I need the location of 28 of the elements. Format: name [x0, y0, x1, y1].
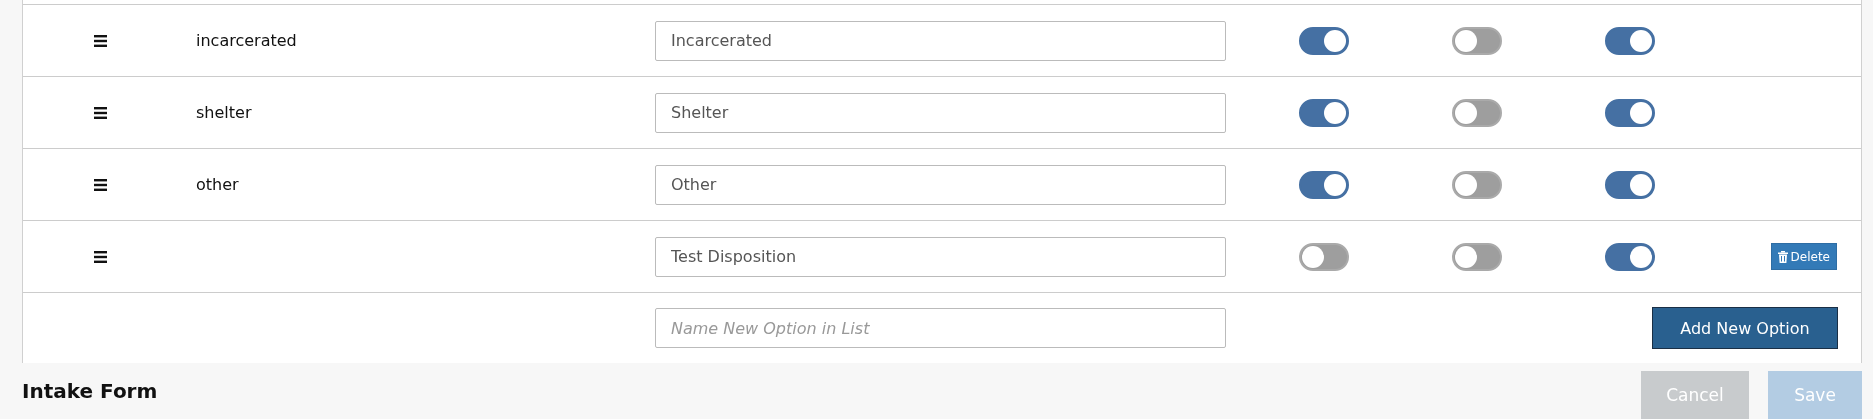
option-key: other	[178, 175, 239, 194]
toggle-switch[interactable]	[1298, 170, 1349, 199]
option-label-field[interactable]: Test Disposition	[655, 236, 1226, 277]
drag-handle-icon[interactable]	[94, 106, 107, 119]
option-label-field[interactable]: Other	[655, 164, 1226, 205]
toggle-switch[interactable]	[1604, 98, 1655, 127]
toggle-switch[interactable]	[1298, 26, 1349, 55]
toggle-switch[interactable]	[1451, 26, 1502, 55]
delete-button[interactable]: Delete	[1770, 243, 1837, 270]
add-option-button[interactable]: Add New Option	[1652, 307, 1838, 349]
option-label-field[interactable]: Incarcerated	[655, 20, 1226, 61]
drag-handle-icon[interactable]	[94, 34, 107, 47]
form-title: Intake Form	[22, 379, 158, 403]
toggle-switch[interactable]	[1604, 242, 1655, 271]
option-key: incarcerated	[178, 31, 297, 50]
toggle-switch[interactable]	[1604, 26, 1655, 55]
toggle-switch[interactable]	[1451, 170, 1502, 199]
toggle-switch[interactable]	[1298, 98, 1349, 127]
toggle-switch[interactable]	[1604, 170, 1655, 199]
new-option-field[interactable]: Name New Option in List	[655, 308, 1226, 348]
drag-handle-icon[interactable]	[94, 250, 107, 263]
toggle-switch[interactable]	[1451, 242, 1502, 271]
toggle-switch[interactable]	[1451, 98, 1502, 127]
option-key: shelter	[178, 103, 252, 122]
trash-icon	[1777, 250, 1788, 263]
option-label-field[interactable]: Shelter	[655, 92, 1226, 133]
drag-handle-icon[interactable]	[94, 178, 107, 191]
toggle-switch[interactable]	[1298, 242, 1349, 271]
